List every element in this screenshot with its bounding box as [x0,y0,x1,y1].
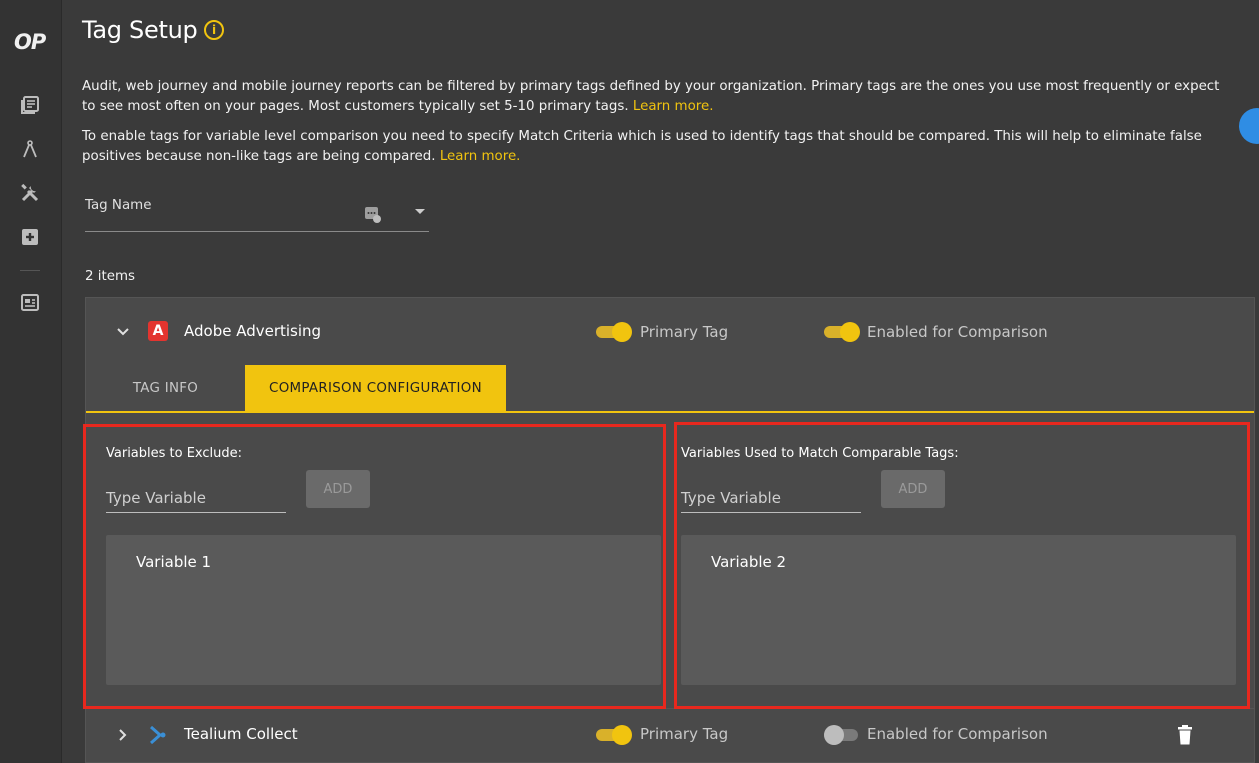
highlight-box-match [674,422,1250,709]
floating-action-button[interactable] [1239,108,1259,144]
main-content: Tag Setup i Audit, web journey and mobil… [62,0,1259,763]
add-icon[interactable] [19,226,41,248]
chevron-down-icon[interactable] [415,209,425,214]
primary-tag-toggle[interactable] [596,725,632,745]
primary-tag-label: Primary Tag [640,725,729,743]
comparison-toggle[interactable] [824,725,860,745]
tag-name: Adobe Advertising [184,322,322,340]
primary-tag-toggle[interactable] [596,322,632,342]
tag-name-select[interactable]: Tag Name [85,190,429,232]
adobe-logo-icon: A [148,321,168,341]
reports-icon[interactable] [19,94,41,116]
learn-more-link-2[interactable]: Learn more. [440,149,521,164]
intro-paragraph-2: To enable tags for variable level compar… [82,127,1232,167]
primary-tag-label: Primary Tag [640,323,729,341]
chevron-right-icon[interactable] [116,727,130,741]
calendar-icon[interactable] [19,291,41,313]
chevron-down-icon[interactable] [116,324,130,338]
items-count: 2 items [85,269,136,284]
comparison-label: Enabled for Comparison [867,323,1048,341]
page-title: Tag Setup [82,16,198,44]
tag-row-header[interactable]: A Adobe Advertising Primary Tag Enabled … [86,298,1254,364]
comparison-label: Enabled for Comparison [867,725,1048,743]
tag-row-collapsed[interactable]: Tealium Collect Primary Tag Enabled for … [85,709,1255,763]
tab-comparison-configuration[interactable]: COMPARISON CONFIGURATION [245,365,506,411]
tag-tabs: TAG INFO COMPARISON CONFIGURATION [86,365,1254,413]
tab-tag-info[interactable]: TAG INFO [86,365,245,411]
intro-paragraph-1: Audit, web journey and mobile journey re… [82,77,1232,117]
intro-text-2: To enable tags for variable level compar… [82,129,1202,164]
tag-name-label: Tag Name [85,198,152,213]
compass-icon[interactable] [19,138,41,160]
info-icon[interactable]: i [204,20,224,40]
tealium-logo-icon [148,725,168,745]
comparison-toggle[interactable] [824,322,860,342]
highlight-box-exclude [83,424,666,709]
tag-name: Tealium Collect [184,725,298,743]
sidebar-divider [20,270,40,271]
trash-icon[interactable] [1177,725,1193,745]
sidebar: OP [0,0,62,763]
tools-icon[interactable] [19,182,41,204]
tag-badge-icon [365,207,381,223]
logo[interactable]: OP [14,30,46,54]
learn-more-link-1[interactable]: Learn more. [633,99,714,114]
